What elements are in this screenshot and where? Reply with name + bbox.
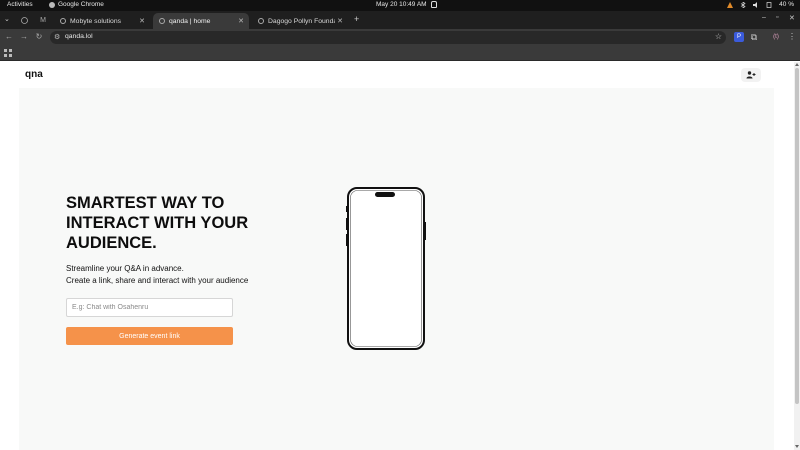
back-button[interactable]: ← xyxy=(4,32,14,42)
notification-icon[interactable] xyxy=(431,1,437,8)
scroll-up-icon[interactable] xyxy=(795,63,799,66)
globe-icon xyxy=(20,16,28,24)
gmail-icon: M xyxy=(40,16,46,24)
generate-event-link-button[interactable]: Generate event link xyxy=(66,327,233,345)
tab-label: Mobyte solutions xyxy=(70,17,122,25)
add-user-button[interactable] xyxy=(741,68,761,82)
web-page: qna SMARTEST WAY TO INTERACT WITH YOUR A… xyxy=(0,62,794,450)
forward-button[interactable]: → xyxy=(19,32,29,42)
add-user-icon xyxy=(746,71,756,79)
app-menu[interactable]: Google Chrome xyxy=(49,1,104,8)
chrome-menu-icon[interactable]: ⋮ xyxy=(787,32,797,42)
maximize-button[interactable]: ▫ xyxy=(776,14,778,21)
close-window-button[interactable]: ✕ xyxy=(789,14,795,22)
profile-avatar[interactable]: (t) xyxy=(769,32,783,42)
clock[interactable]: May 20 10:49 AM xyxy=(376,1,427,8)
tab-strip: ⌄ M Mobyte solutions ✕ qanda | home ✕ Da… xyxy=(0,11,800,29)
close-icon[interactable]: ✕ xyxy=(335,17,345,25)
site-header: qna xyxy=(0,62,794,88)
hero-headline: SMARTEST WAY TO INTERACT WITH YOUR AUDIE… xyxy=(66,194,249,252)
minimize-button[interactable]: – xyxy=(762,14,766,21)
tab-label: Dagogo Pollyn Foundati xyxy=(268,17,335,25)
tab-dagogo[interactable]: Dagogo Pollyn Foundati ✕ xyxy=(252,13,348,29)
scroll-down-icon[interactable] xyxy=(795,445,799,448)
subtext-line-1: Streamline your Q&A in advance. xyxy=(66,264,184,273)
activities-button[interactable]: Activities xyxy=(7,1,33,8)
extension-icon[interactable]: P xyxy=(734,32,744,42)
globe-icon xyxy=(258,18,264,24)
battery-level: 40 % xyxy=(779,1,794,8)
close-icon[interactable]: ✕ xyxy=(236,17,246,25)
close-icon[interactable]: ✕ xyxy=(137,17,147,25)
address-bar[interactable]: ⚙ qanda.lol ☆ xyxy=(50,31,726,44)
page-scrollbar[interactable] xyxy=(794,62,800,450)
chrome-icon xyxy=(49,1,55,8)
tab-qanda[interactable]: qanda | home ✕ xyxy=(153,13,249,29)
pinned-tab-1[interactable] xyxy=(17,14,31,26)
power-icon xyxy=(766,1,772,8)
bookmarks-bar xyxy=(0,46,800,61)
browser-toolbar: ← → ↻ ⚙ qanda.lol ☆ P ⧉ (t) ⋮ xyxy=(0,29,800,46)
event-name-input[interactable] xyxy=(66,298,233,317)
apps-grid-icon[interactable] xyxy=(4,49,12,57)
scrollbar-thumb[interactable] xyxy=(795,68,799,404)
volume-icon xyxy=(753,1,758,8)
hero-section: SMARTEST WAY TO INTERACT WITH YOUR AUDIE… xyxy=(19,88,774,450)
tab-label: qanda | home xyxy=(169,17,211,25)
globe-icon xyxy=(60,18,66,24)
warning-icon xyxy=(727,1,734,8)
bookmark-star-icon[interactable]: ☆ xyxy=(715,32,722,41)
site-logo[interactable]: qna xyxy=(25,69,43,80)
app-name: Google Chrome xyxy=(58,1,104,8)
extensions-puzzle-icon[interactable]: ⧉ xyxy=(749,32,759,42)
new-tab-button[interactable]: + xyxy=(354,14,359,24)
globe-icon xyxy=(159,18,165,24)
tab-mobyte[interactable]: Mobyte solutions ✕ xyxy=(54,13,150,29)
site-info-icon[interactable]: ⚙ xyxy=(54,33,60,41)
pinned-tab-gmail[interactable]: M xyxy=(36,14,50,26)
subtext-line-2: Create a link, share and interact with y… xyxy=(66,276,249,285)
bluetooth-icon xyxy=(740,1,746,8)
url-text: qanda.lol xyxy=(65,33,93,40)
reload-button[interactable]: ↻ xyxy=(34,32,44,42)
phone-mockup-illustration xyxy=(346,187,426,350)
system-tray[interactable]: 40 % xyxy=(727,1,794,8)
hero-subtext: Streamline your Q&A in advance. Create a… xyxy=(66,263,248,287)
os-top-bar: Activities Google Chrome May 20 10:49 AM… xyxy=(0,0,800,11)
tab-search-icon[interactable]: ⌄ xyxy=(4,15,12,24)
